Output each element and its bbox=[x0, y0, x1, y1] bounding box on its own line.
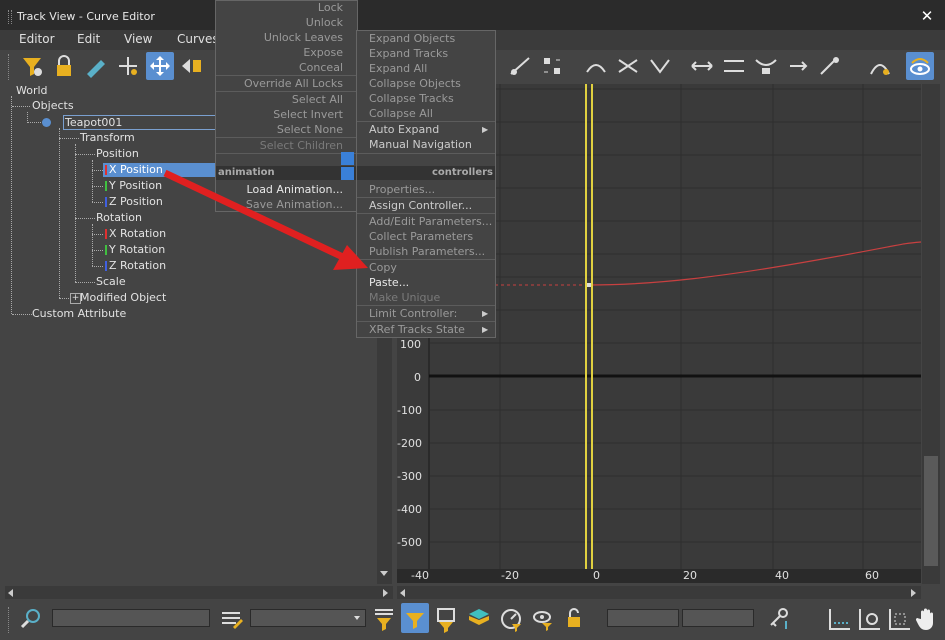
filter-visible-icon[interactable] bbox=[530, 605, 556, 633]
frame-values-icon[interactable] bbox=[856, 605, 882, 633]
pan-hand-icon[interactable] bbox=[914, 605, 940, 633]
zoom-region-icon[interactable] bbox=[886, 605, 912, 633]
bottom-toolbar-grip[interactable] bbox=[8, 607, 11, 633]
filter-selected-icon[interactable] bbox=[401, 603, 429, 633]
chevron-down-icon bbox=[354, 616, 360, 620]
key-info-icon[interactable] bbox=[766, 605, 792, 633]
filter-unlocked-icon[interactable] bbox=[562, 605, 588, 633]
filter-list-icon[interactable] bbox=[219, 605, 245, 633]
bottom-toolbar bbox=[0, 601, 945, 640]
annotation-arrow bbox=[163, 169, 368, 270]
selection-dropdown[interactable] bbox=[250, 609, 366, 627]
filter-layers-icon[interactable] bbox=[466, 605, 492, 633]
zoom-icon[interactable] bbox=[18, 605, 44, 633]
filter-all-icon[interactable] bbox=[372, 605, 398, 633]
filter-speed-icon[interactable] bbox=[498, 605, 524, 633]
name-field[interactable] bbox=[52, 609, 210, 627]
filter-animated-icon[interactable] bbox=[434, 605, 460, 633]
frame-horizontal-icon[interactable] bbox=[826, 605, 852, 633]
value-field[interactable] bbox=[682, 609, 754, 627]
frame-field[interactable] bbox=[607, 609, 679, 627]
